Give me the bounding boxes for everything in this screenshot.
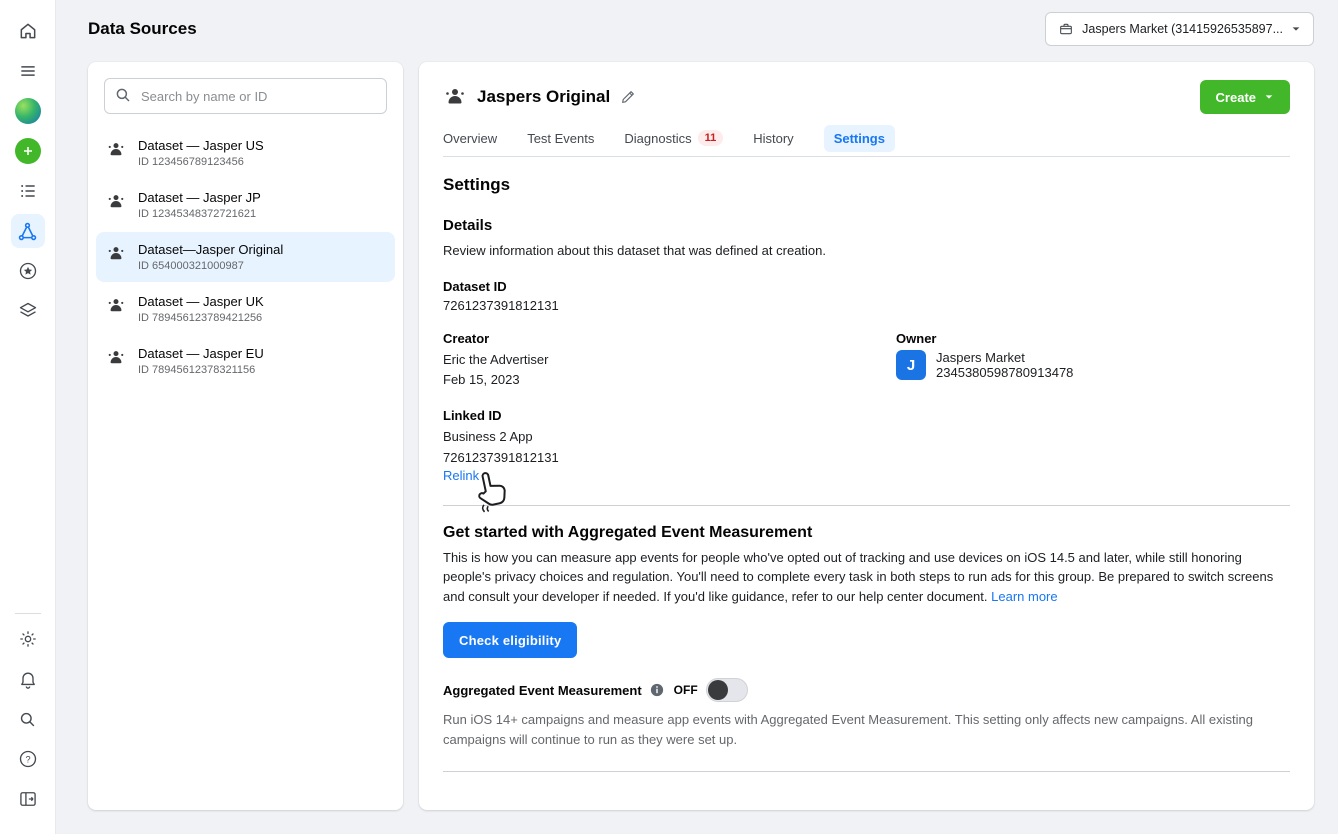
- dataset-id: ID 78945612378321156: [138, 364, 264, 376]
- create-plus-icon[interactable]: [11, 134, 45, 168]
- linked-id-label: Linked ID: [443, 408, 1290, 423]
- dataset-id-value: 7261237391812131: [443, 298, 1290, 313]
- list-item-dataset-jasper-jp[interactable]: Dataset — Jasper JP ID 12345348372721621: [96, 180, 395, 230]
- owner-label: Owner: [896, 331, 1290, 346]
- dataset-name: Dataset — Jasper UK: [138, 294, 264, 309]
- dataset-id: ID 789456123789421256: [138, 312, 264, 324]
- help-icon[interactable]: ?: [11, 742, 45, 776]
- star-badge-icon[interactable]: [11, 254, 45, 288]
- create-button[interactable]: Create: [1200, 80, 1290, 114]
- section-divider: [443, 505, 1290, 506]
- search-icon: [114, 86, 132, 107]
- relink-link[interactable]: Relink: [443, 468, 479, 483]
- dataset-name: Dataset — Jasper EU: [138, 346, 264, 361]
- business-account-selector[interactable]: Jaspers Market (31415926535897...: [1045, 12, 1314, 46]
- dataset-name: Dataset — Jasper JP: [138, 190, 261, 205]
- dataset-icon: [443, 84, 467, 111]
- tab-diagnostics-label: Diagnostics: [624, 131, 691, 146]
- tab-overview[interactable]: Overview: [443, 131, 497, 146]
- info-icon[interactable]: [650, 683, 664, 697]
- business-selector-label: Jaspers Market (31415926535897...: [1082, 22, 1283, 36]
- rail-divider: [15, 613, 41, 614]
- details-description: Review information about this dataset th…: [443, 241, 1290, 261]
- create-button-label: Create: [1216, 90, 1256, 105]
- chevron-down-icon: [1264, 92, 1274, 102]
- aem-toggle-description: Run iOS 14+ campaigns and measure app ev…: [443, 710, 1290, 749]
- list-item-dataset-jasper-uk[interactable]: Dataset — Jasper UK ID 78945612378942125…: [96, 284, 395, 334]
- events-manager-icon[interactable]: [11, 214, 45, 248]
- search-input[interactable]: [104, 78, 387, 114]
- list-item-dataset-jasper-eu[interactable]: Dataset — Jasper EU ID 78945612378321156: [96, 336, 395, 386]
- search-rail-icon[interactable]: [11, 702, 45, 736]
- creator-label: Creator: [443, 331, 896, 346]
- tab-diagnostics[interactable]: Diagnostics 11: [624, 130, 723, 146]
- list-icon[interactable]: [11, 174, 45, 208]
- creator-date: Feb 15, 2023: [443, 370, 896, 390]
- check-eligibility-button[interactable]: Check eligibility: [443, 622, 577, 658]
- aem-toggle-label: Aggregated Event Measurement: [443, 683, 642, 698]
- tab-settings[interactable]: Settings: [824, 125, 895, 152]
- list-item-dataset-jasper-original[interactable]: Dataset—Jasper Original ID 6540003210009…: [96, 232, 395, 282]
- learn-more-link[interactable]: Learn more: [991, 589, 1057, 604]
- entity-title: Jaspers Original: [477, 87, 610, 107]
- diagnostics-count-badge: 11: [698, 130, 724, 146]
- dataset-name: Dataset — Jasper US: [138, 138, 264, 153]
- tab-test-events[interactable]: Test Events: [527, 131, 594, 146]
- owner-block: Owner J Jaspers Market 23453805987809134…: [896, 331, 1290, 390]
- dataset-icon: [106, 139, 126, 162]
- aem-heading: Get started with Aggregated Event Measur…: [443, 524, 1290, 542]
- dataset-icon: [106, 347, 126, 370]
- owner-name: Jaspers Market: [936, 350, 1073, 365]
- dataset-list-panel: Dataset — Jasper US ID 123456789123456 D…: [88, 62, 403, 810]
- owner-id: 2345380598780913478: [936, 365, 1073, 380]
- chevron-down-icon: [1291, 24, 1301, 34]
- settings-gear-icon[interactable]: [11, 622, 45, 656]
- linked-id-block: Linked ID Business 2 App 726123739181213…: [443, 408, 1290, 482]
- dataset-icon: [106, 243, 126, 266]
- dataset-id: ID 12345348372721621: [138, 208, 261, 220]
- dataset-id-label: Dataset ID: [443, 279, 1290, 294]
- top-bar: Data Sources Jaspers Market (31415926535…: [56, 0, 1338, 58]
- tab-history[interactable]: History: [753, 131, 793, 146]
- svg-text:?: ?: [25, 754, 30, 764]
- icon-rail: ?: [0, 0, 56, 834]
- list-item-dataset-jasper-us[interactable]: Dataset — Jasper US ID 123456789123456: [96, 128, 395, 178]
- page-title: Data Sources: [88, 19, 197, 39]
- linked-app-name: Business 2 App: [443, 427, 1290, 447]
- bottom-divider: [443, 771, 1290, 772]
- linked-id-value: 7261237391812131: [443, 448, 1290, 468]
- layers-icon[interactable]: [11, 294, 45, 328]
- home-icon[interactable]: [11, 14, 45, 48]
- business-icon: [1058, 21, 1074, 37]
- profile-logo[interactable]: [11, 94, 45, 128]
- notifications-bell-icon[interactable]: [11, 662, 45, 696]
- details-heading: Details: [443, 217, 1290, 234]
- creator-block: Creator Eric the Advertiser Feb 15, 2023: [443, 331, 896, 390]
- tab-bar: Overview Test Events Diagnostics 11 Hist…: [443, 130, 1290, 157]
- aem-toggle[interactable]: [706, 678, 748, 702]
- owner-avatar: J: [896, 350, 926, 380]
- creator-name: Eric the Advertiser: [443, 350, 896, 370]
- dataset-icon: [106, 191, 126, 214]
- dataset-id: ID 654000321000987: [138, 260, 283, 272]
- aem-description: This is how you can measure app events f…: [443, 550, 1273, 604]
- dataset-detail-panel: Jaspers Original Create Overview Test Ev…: [419, 62, 1314, 810]
- dataset-id: ID 123456789123456: [138, 156, 264, 168]
- expand-panel-icon[interactable]: [11, 782, 45, 816]
- menu-icon[interactable]: [11, 54, 45, 88]
- dataset-name: Dataset—Jasper Original: [138, 242, 283, 257]
- dataset-icon: [106, 295, 126, 318]
- aem-toggle-state: OFF: [674, 683, 698, 697]
- settings-heading: Settings: [443, 175, 1290, 195]
- edit-name-icon[interactable]: [620, 89, 636, 105]
